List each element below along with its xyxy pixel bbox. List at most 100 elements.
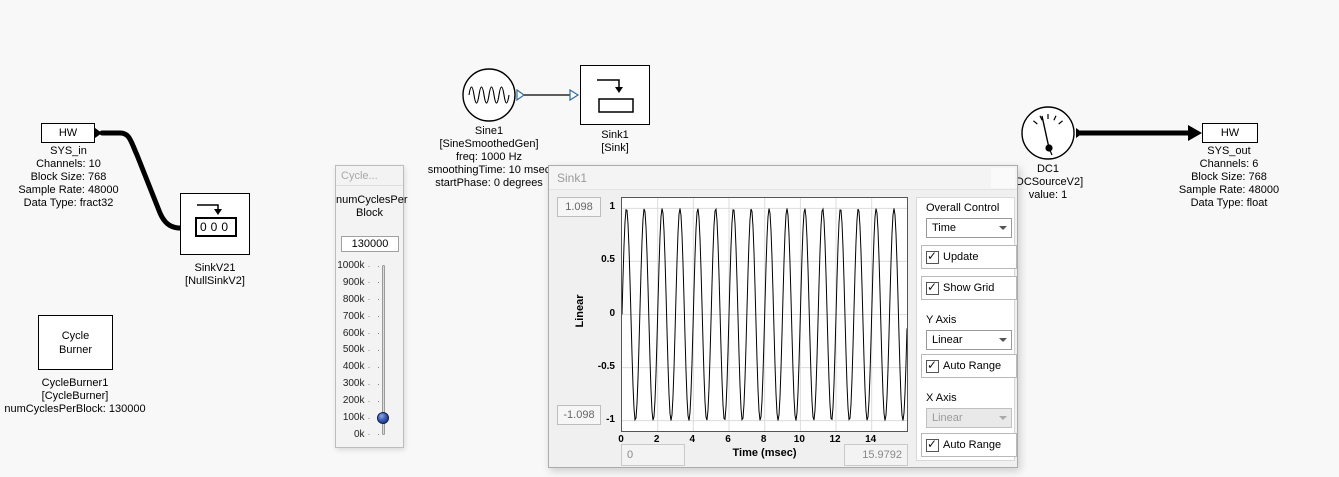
block-prop: startPhase: 0 degrees [409,177,569,190]
y-tick-label: -1 [587,414,615,425]
x-auto-range-checkbox[interactable]: ✓ Auto Range [921,433,1017,457]
y-tick-labels: 1 0.5 0 -0.5 -1 [587,197,615,432]
block-prop: Block Size: 768 [0,171,137,184]
window-close-button[interactable] [991,168,1015,188]
block-type: [NullSinkV2] [145,275,285,288]
overall-control-label: Overall Control [926,202,999,214]
checkbox-box: ✓ [926,439,939,452]
waveform-plot [622,198,907,431]
chevron-down-icon [994,331,1011,349]
y-tick-label: 1 [587,201,615,212]
dropdown-value: Linear [932,412,963,424]
checkbox-label: Auto Range [943,439,1001,451]
block-sys-out[interactable]: HW [1202,123,1258,143]
dropdown-value: Time [932,222,956,234]
y-auto-range-checkbox[interactable]: ✓ Auto Range [921,354,1017,378]
block-sys-in[interactable]: HW [41,123,95,143]
block-prop: Sample Rate: 48000 [0,184,137,197]
block-name: SYS_in [0,145,137,158]
audio-weaver-canvas: { "icons": {"check": "✓"}, "blocks": { "… [0,0,1339,477]
show-grid-checkbox[interactable]: ✓ Show Grid [921,276,1017,300]
label-line: Burner [39,343,112,357]
slider-tick-row: 900k· · [336,276,382,289]
checkbox-box: ✓ [926,282,939,295]
update-checkbox[interactable]: ✓ Update [921,245,1017,269]
block-type: [SineSmoothedGen] [409,138,569,151]
window-title: Sink1 [557,171,587,185]
check-icon: ✓ [927,280,937,294]
overall-control-dropdown[interactable]: Time [926,218,1012,238]
plot-area[interactable] [621,197,908,432]
slider-tick-row: 400k· · [336,360,382,373]
checkbox-label: Show Grid [943,282,994,294]
sink-icon [592,71,640,119]
check-icon: ✓ [927,437,937,451]
slider-tick-row: 0k· · [336,428,382,441]
block-prop: Data Type: fract32 [0,197,137,210]
check-icon: ✓ [927,358,937,372]
y-axis-dropdown[interactable]: Linear [926,330,1012,350]
block-prop: freq: 1000 Hz [409,151,569,164]
check-icon: ✓ [927,249,937,263]
cycle-burner-inspector[interactable]: Cycle... numCyclesPer Block 130000 1000k… [335,165,404,448]
sys-out-input-pin[interactable] [1188,125,1202,141]
slider-tick-row: 600k· · [336,327,382,340]
block-type: [Sink] [555,142,675,155]
sys-out-caption: SYS_out Channels: 6 Block Size: 768 Samp… [1159,145,1299,210]
param-name-line: Block [336,207,403,220]
slider-tick-row: 100k· · [336,411,382,424]
block-sink1[interactable] [580,65,650,125]
x-range-end-input[interactable]: 15.9792 [844,444,908,466]
block-sinkv21[interactable]: 000 [180,193,250,255]
block-dc1[interactable] [1020,105,1078,163]
sink1-input-pin[interactable] [570,90,578,100]
block-name: SYS_out [1159,145,1299,158]
slider-track[interactable] [382,265,385,435]
label-line: Cycle [39,329,112,343]
block-cycle-burner[interactable]: Cycle Burner [38,315,113,370]
hw-label: HW [1203,124,1257,142]
block-sine1[interactable] [461,67,519,125]
sine1-caption: Sine1 [SineSmoothedGen] freq: 1000 Hz sm… [409,125,569,190]
block-prop: Sample Rate: 48000 [1159,184,1299,197]
block-name: SinkV21 [145,262,285,275]
x-range-start-input[interactable]: 0 [621,444,685,466]
dropdown-value: Linear [932,334,963,346]
block-prop: Channels: 6 [1159,158,1299,171]
cycle-burner-label: Cycle Burner [39,329,112,357]
inspector-titlebar[interactable]: Cycle... [336,166,403,186]
checkbox-box: ✓ [926,251,939,264]
slider-tick-scale: 1000k· ·900k· ·800k· ·700k· ·600k· ·500k… [336,259,382,441]
sink1-caption: Sink1 [Sink] [555,129,675,155]
x-tick-label: 6 [718,434,738,445]
slider-tick-row: 500k· · [336,343,382,356]
checkbox-box: ✓ [926,360,939,373]
block-prop: smoothingTime: 10 msec [409,164,569,177]
y-tick-label: -0.5 [587,361,615,372]
block-prop: numCyclesPerBlock: 130000 [0,403,150,416]
y-axis-title: Linear [574,281,588,341]
slider-tick-row: 200k· · [336,394,382,407]
y-tick-label: 0 [587,308,615,319]
sinkv21-caption: SinkV21 [NullSinkV2] [145,262,285,288]
x-tick-label: 12 [825,434,845,445]
y-tick-label: 0.5 [587,254,615,265]
block-name: CycleBurner1 [0,377,150,390]
x-axis-section-label: X Axis [926,392,957,404]
counter-display: 000 [195,217,237,237]
chevron-down-icon [994,409,1011,427]
window-titlebar[interactable]: Sink1 [549,166,1017,190]
sink-arrow-icon [194,198,238,216]
block-name: Sine1 [409,125,569,138]
param-value-box[interactable]: 130000 [341,236,399,252]
block-type: [CycleBurner] [0,390,150,403]
block-name: Sink1 [555,129,675,142]
sys-in-caption: SYS_in Channels: 10 Block Size: 768 Samp… [0,145,137,210]
x-tick-label: 4 [682,434,702,445]
slider-handle[interactable] [377,412,389,424]
sink1-window[interactable]: Sink1 1.098 -1.098 Linear 10.50-0.5-1 02… [548,165,1018,468]
x-tick-label: 8 [754,434,774,445]
cycle-burner-caption: CycleBurner1 [CycleBurner] numCyclesPerB… [0,377,150,416]
slider-tick-row: 800k· · [336,293,382,306]
hw-label: HW [42,124,94,142]
